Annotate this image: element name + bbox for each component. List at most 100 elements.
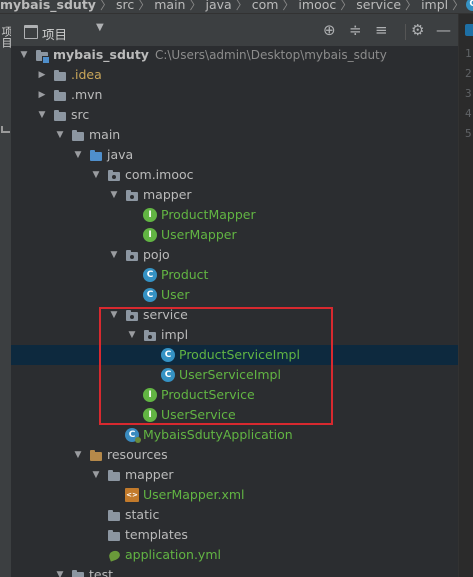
breadcrumb: mybais_sduty 〉 src 〉 main 〉 java 〉 com 〉 imooc 〉 ser… xyxy=(0,0,473,14)
folder-icon xyxy=(107,528,121,542)
tree-item-static[interactable]: static xyxy=(11,505,458,525)
locate-icon[interactable]: ⊕ xyxy=(323,21,336,39)
tree-item-product[interactable]: C Product xyxy=(11,265,458,285)
folder-icon xyxy=(53,88,67,102)
tree-item-label: mapper xyxy=(143,187,192,203)
editor-gutter: 1 2 3 4 5 xyxy=(458,14,473,577)
breadcrumb-item[interactable]: java xyxy=(201,0,235,12)
chevron-down-icon[interactable]: ▼ xyxy=(73,449,83,461)
tree-item-application-yml[interactable]: application.yml xyxy=(11,545,458,565)
highlight-annotation-box xyxy=(99,307,333,425)
breadcrumb-row: mybais_sduty 〉 src 〉 main 〉 java 〉 com 〉 imooc 〉 ser… xyxy=(0,0,473,13)
folder-icon xyxy=(53,108,67,122)
tree-item-res-mapper[interactable]: ▼ mapper xyxy=(11,465,458,485)
line-number: 3 xyxy=(465,87,472,100)
breadcrumb-item[interactable]: src xyxy=(112,0,138,12)
breadcrumb-separator: 〉 xyxy=(99,0,112,12)
tree-item-label: resources xyxy=(107,447,168,463)
chevron-down-icon[interactable]: ▼ xyxy=(96,22,104,33)
chevron-down-icon[interactable]: ▼ xyxy=(109,189,119,201)
tree-item-name: static xyxy=(125,507,160,522)
tree-item-label: UserMapper xyxy=(161,227,237,243)
class-tab-icon[interactable] xyxy=(465,24,473,36)
breadcrumb-separator: 〉 xyxy=(235,0,248,12)
chevron-down-icon[interactable]: ▼ xyxy=(91,469,101,481)
tree-item-test[interactable]: ▼ test xyxy=(11,565,458,577)
class-icon: C xyxy=(466,0,473,11)
tree-item-label: java xyxy=(107,147,133,163)
tree-item-src[interactable]: ▼ src xyxy=(11,105,458,125)
tree-item-label: src xyxy=(71,107,89,123)
tree-item-name: ProductMapper xyxy=(161,207,256,222)
tree-item-product-mapper[interactable]: I ProductMapper xyxy=(11,205,458,225)
tree-item-user-mapper[interactable]: I UserMapper xyxy=(11,225,458,245)
module-folder-icon xyxy=(35,48,50,64)
project-view-title[interactable]: 项目 xyxy=(42,24,67,43)
breadcrumb-item[interactable]: main xyxy=(150,0,189,12)
tree-item-mvn[interactable]: ▶ .mvn xyxy=(11,85,458,105)
folder-icon xyxy=(53,68,67,82)
structure-icon[interactable] xyxy=(1,126,10,133)
tree-item-templates[interactable]: templates xyxy=(11,525,458,545)
hide-panel-icon[interactable]: — xyxy=(436,21,451,39)
tree-item-mapper[interactable]: ▼ mapper xyxy=(11,185,458,205)
tree-item-name: Product xyxy=(161,267,209,282)
package-icon xyxy=(125,248,139,262)
tree-item-user[interactable]: C User xyxy=(11,285,458,305)
chevron-down-icon[interactable]: ▼ xyxy=(73,149,83,161)
tree-item-main[interactable]: ▼ main xyxy=(11,125,458,145)
breadcrumb-item[interactable]: impl xyxy=(417,0,452,12)
tree-item-com-imooc[interactable]: ▼ com.imooc xyxy=(11,165,458,185)
tree-item-label: mybais_sduty C:\Users\admin\Desktop\mybai… xyxy=(53,47,387,63)
gear-icon[interactable]: ⚙ xyxy=(411,21,424,39)
tree-item-name: MybaisSdutyApplication xyxy=(143,427,293,442)
chevron-down-icon[interactable]: ▼ xyxy=(55,569,65,577)
collapse-all-icon[interactable]: ≑ xyxy=(349,21,362,39)
chevron-down-icon[interactable]: ▼ xyxy=(91,169,101,181)
tree-item-pojo[interactable]: ▼ pojo xyxy=(11,245,458,265)
expand-all-icon[interactable]: ≡ xyxy=(375,21,388,39)
breadcrumb-item[interactable]: com xyxy=(248,0,283,12)
tree-item-name: mybais_sduty xyxy=(53,47,149,62)
tree-item-label: UserMapper.xml xyxy=(143,487,245,503)
tree-item-label: templates xyxy=(125,527,188,543)
chevron-down-icon[interactable]: ▼ xyxy=(37,109,47,121)
tree-item-label: com.imooc xyxy=(125,167,194,183)
tree-item-label: mapper xyxy=(125,467,174,483)
tree-item-name: pojo xyxy=(143,247,170,262)
breadcrumb-separator: 〉 xyxy=(452,0,465,12)
tree-item-idea[interactable]: ▶ .idea xyxy=(11,65,458,85)
tree-item-label: .idea xyxy=(71,67,102,83)
tree-item-name: java xyxy=(107,147,134,162)
tree-item-label: User xyxy=(161,287,190,303)
tree-item-java[interactable]: ▼ java xyxy=(11,145,458,165)
breadcrumb-item[interactable]: service xyxy=(352,0,405,12)
folder-icon xyxy=(107,468,121,482)
breadcrumb-item[interactable]: mybais_sduty xyxy=(0,0,100,12)
line-number: 2 xyxy=(465,67,472,80)
breadcrumb-separator: 〉 xyxy=(340,0,353,12)
chevron-down-icon[interactable]: ▼ xyxy=(109,249,119,261)
breadcrumb-item[interactable]: imooc xyxy=(294,0,340,12)
tree-item-label: ProductMapper xyxy=(161,207,256,223)
tree-item-resources[interactable]: ▼ resources xyxy=(11,445,458,465)
toolbar-divider xyxy=(405,24,406,40)
tree-item-name: mapper xyxy=(143,187,192,202)
chevron-down-icon[interactable]: ▼ xyxy=(55,129,65,141)
interface-icon: I xyxy=(143,228,157,242)
class-icon: C xyxy=(143,268,157,282)
line-number: 1 xyxy=(465,47,472,60)
project-path: C:\Users\admin\Desktop\mybais_sduty xyxy=(154,48,387,62)
package-icon xyxy=(107,168,121,182)
tree-item-user-mapper-xml[interactable]: <> UserMapper.xml xyxy=(11,485,458,505)
chevron-down-icon[interactable]: ▼ xyxy=(19,49,29,61)
chevron-right-icon[interactable]: ▶ xyxy=(37,89,47,101)
line-number: 4 xyxy=(465,107,472,120)
chevron-right-icon[interactable]: ▶ xyxy=(37,69,47,81)
project-panel-header: 项目 ▼ ⊕ ≑ ≡ ⚙ — xyxy=(11,14,458,50)
project-view-icon xyxy=(24,25,38,39)
tree-item-name: templates xyxy=(125,527,188,542)
tree-item-app[interactable]: C MybaisSdutyApplication xyxy=(11,425,458,445)
tree-item-root[interactable]: ▼ mybais_sduty C:\Users\admin\Desktop\myba… xyxy=(11,46,458,65)
tree-item-name: main xyxy=(89,127,121,142)
